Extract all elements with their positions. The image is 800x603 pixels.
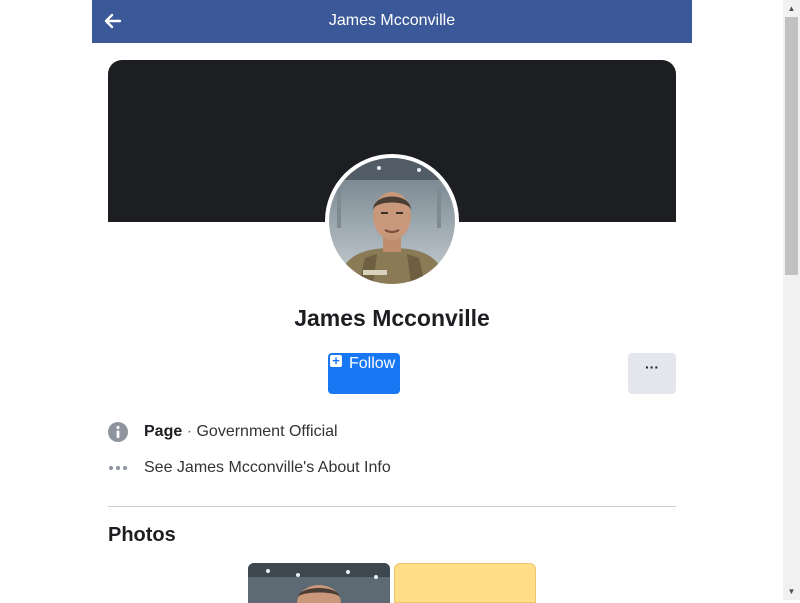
scroll-down-arrow-icon[interactable]: ▼ xyxy=(783,583,800,600)
more-options-button[interactable]: ··· xyxy=(628,353,676,394)
separator: · xyxy=(186,423,193,440)
section-divider xyxy=(108,506,676,507)
profile-photo xyxy=(329,158,455,284)
page-type-label: Page xyxy=(144,423,183,440)
about-link[interactable]: See James Mcconville's About Info xyxy=(144,457,391,479)
info-icon xyxy=(108,422,128,442)
profile-name: James Mcconville xyxy=(294,305,490,331)
page-title: James Mcconville xyxy=(328,12,456,29)
photos-heading: Photos xyxy=(108,524,176,546)
follow-button[interactable]: + Follow xyxy=(328,353,400,394)
scroll-up-arrow-icon[interactable]: ▲ xyxy=(783,0,800,17)
photo-thumbnail[interactable] xyxy=(248,563,390,603)
page-category: Government Official xyxy=(196,423,338,440)
top-bar: James Mcconville xyxy=(92,0,692,43)
avatar[interactable] xyxy=(325,154,459,288)
scrollbar[interactable]: ▲ ▼ xyxy=(783,0,800,600)
plus-icon: + xyxy=(330,354,342,367)
more-dots-icon xyxy=(109,466,127,470)
photo-thumbnail[interactable] xyxy=(394,563,536,603)
scrollbar-thumb[interactable] xyxy=(785,17,798,275)
follow-label: Follow xyxy=(349,355,396,372)
